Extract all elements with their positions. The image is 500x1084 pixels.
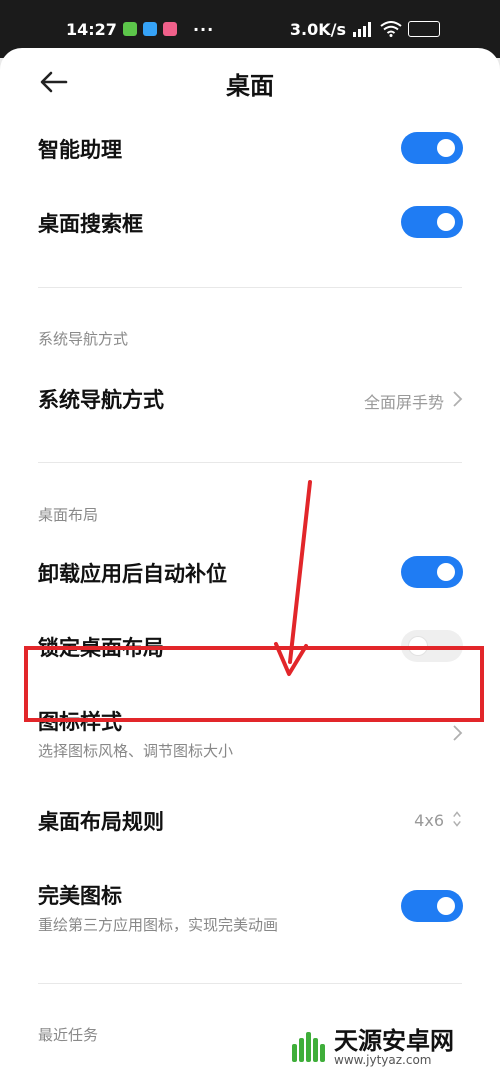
section-header-recent: 最近任务 [38, 1026, 99, 1044]
setting-label: 桌面搜索框 [38, 212, 143, 236]
battery-icon: 79 [408, 21, 440, 37]
page-title: 桌面 [226, 72, 274, 100]
watermark: 天源安卓网 www.jytyaz.com [288, 1018, 488, 1078]
divider [38, 462, 462, 463]
setting-row-assistant[interactable]: 智能助理 [0, 130, 500, 170]
divider [38, 983, 462, 984]
watermark-url: www.jytyaz.com [334, 1053, 432, 1068]
setting-row-layout-rule[interactable]: 桌面布局规则 4x6 [0, 802, 500, 842]
watermark-name: 天源安卓网 [334, 1027, 454, 1056]
setting-row-perfect-icons[interactable]: 完美图标 重绘第三方应用图标，实现完美动画 [0, 876, 500, 940]
setting-row-navigation[interactable]: 系统导航方式 全面屏手势 [0, 380, 500, 420]
chevron-right-icon [453, 725, 463, 741]
chevron-right-icon [453, 391, 463, 407]
battery-level: 79 [425, 23, 439, 35]
watermark-logo-icon [292, 1032, 325, 1062]
annotation-highlight-box [24, 646, 484, 722]
setting-row-auto-fill[interactable]: 卸载应用后自动补位 [0, 554, 500, 594]
signal-icon [353, 22, 371, 37]
setting-label: 完美图标 [38, 884, 122, 908]
status-left: 14:27 ··· [66, 20, 214, 39]
setting-value: 全面屏手势 [363, 393, 444, 412]
setting-label: 智能助理 [38, 138, 122, 162]
search-box-toggle[interactable] [401, 206, 463, 238]
setting-label: 系统导航方式 [38, 388, 164, 412]
header: 桌面 [0, 48, 500, 118]
setting-label: 桌面布局规则 [38, 810, 164, 834]
setting-value: 4x6 [414, 811, 444, 830]
assistant-toggle[interactable] [401, 132, 463, 164]
store-app-icon [162, 22, 177, 36]
perfect-icons-toggle[interactable] [401, 890, 463, 922]
auto-fill-toggle[interactable] [401, 556, 463, 588]
section-header-navigation: 系统导航方式 [38, 330, 129, 348]
divider [38, 287, 462, 288]
settings-sheet: 桌面 智能助理 桌面搜索框 系统导航方式 系统导航方式 全面屏手势 桌面布局 卸… [0, 48, 500, 1084]
wifi-icon [380, 21, 402, 37]
watermark-text: 天源安卓网 www.jytyaz.com [334, 1027, 454, 1068]
status-time: 14:27 [66, 19, 117, 39]
messenger-app-icon [142, 22, 157, 36]
chevron-up-down-icon [453, 811, 461, 827]
annotation-arrow-icon [274, 480, 312, 676]
shield-app-icon [122, 22, 137, 36]
network-speed: 3.0K/s [289, 19, 346, 39]
setting-description: 重绘第三方应用图标，实现完美动画 [38, 916, 279, 934]
setting-row-search-box[interactable]: 桌面搜索框 [0, 204, 500, 244]
more-notifications-icon: ··· [192, 19, 215, 39]
status-right: 3.0K/s 79 [290, 20, 440, 39]
setting-label: 卸载应用后自动补位 [38, 562, 227, 586]
setting-description: 选择图标风格、调节图标大小 [38, 742, 234, 760]
section-header-layout: 桌面布局 [38, 506, 99, 524]
